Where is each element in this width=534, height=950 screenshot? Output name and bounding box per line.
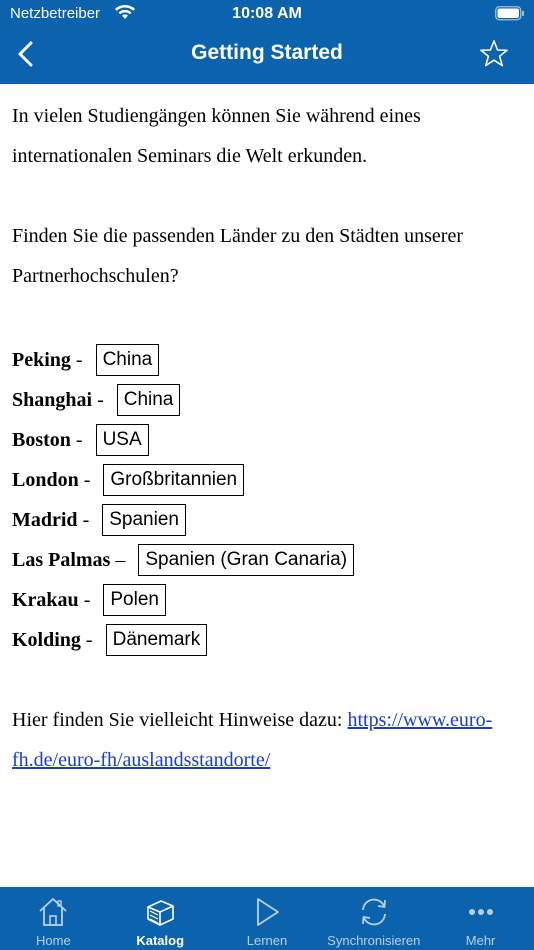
star-outline-icon bbox=[480, 40, 508, 67]
answer-field[interactable]: China bbox=[95, 344, 160, 376]
answer-field[interactable]: Dänemark bbox=[105, 624, 208, 656]
city-label: Peking bbox=[12, 348, 71, 371]
clock: 10:08 AM bbox=[232, 5, 302, 22]
hint-text: Hier finden Sie vielleicht Hinweise dazu… bbox=[12, 709, 348, 731]
favorite-button[interactable] bbox=[476, 36, 512, 72]
tab-sync[interactable]: Synchronisieren bbox=[320, 887, 427, 950]
separator: - bbox=[78, 468, 96, 491]
chevron-left-icon bbox=[18, 41, 33, 67]
list-item: Boston - USA bbox=[12, 420, 522, 460]
home-icon bbox=[39, 898, 68, 926]
separator: - bbox=[78, 588, 96, 611]
navigation-bar: Getting Started bbox=[0, 28, 534, 84]
status-bar: Netzbetreiber 10:08 AM bbox=[0, 0, 534, 28]
list-item: Krakau - Polen bbox=[12, 580, 522, 620]
list-item: London - Großbritannien bbox=[12, 460, 522, 500]
separator: - bbox=[80, 628, 98, 651]
separator: - bbox=[92, 388, 109, 411]
battery-icon bbox=[495, 6, 524, 21]
list-item: Las Palmas – Spanien (Gran Canaria) bbox=[12, 540, 522, 580]
city-label: Boston bbox=[12, 428, 71, 451]
tab-label: Mehr bbox=[465, 933, 496, 948]
tab-learn[interactable]: Lernen bbox=[214, 887, 321, 950]
more-icon bbox=[468, 909, 493, 915]
list-item: Peking - China bbox=[12, 340, 522, 380]
city-label: London bbox=[12, 468, 79, 491]
list-item: Kolding - Dänemark bbox=[12, 620, 522, 660]
answer-field[interactable]: Spanien (Gran Canaria) bbox=[138, 544, 355, 576]
app-header: Netzbetreiber 10:08 AM Getting Started bbox=[0, 0, 534, 84]
back-button[interactable] bbox=[8, 36, 44, 72]
tab-more[interactable]: Mehr bbox=[427, 887, 534, 950]
separator: - bbox=[77, 508, 95, 531]
page-title: Getting Started bbox=[191, 41, 343, 64]
tab-catalog[interactable]: Katalog bbox=[107, 887, 214, 950]
answer-field[interactable]: Großbritannien bbox=[103, 464, 245, 496]
list-item: Madrid - Spanien bbox=[12, 500, 522, 540]
intro-paragraph: In vielen Studiengängen können Sie währe… bbox=[12, 105, 421, 167]
tab-label: Synchronisieren bbox=[327, 933, 421, 948]
tab-label: Lernen bbox=[246, 933, 288, 948]
catalog-icon bbox=[147, 900, 174, 926]
city-country-list: Peking - China Shanghai - China Boston -… bbox=[12, 340, 522, 660]
city-label: Krakau bbox=[12, 588, 79, 611]
separator: - bbox=[70, 348, 88, 371]
separator: – bbox=[110, 548, 131, 571]
list-item: Shanghai - China bbox=[12, 380, 522, 420]
sync-icon bbox=[361, 898, 386, 926]
question-paragraph: Finden Sie die passenden Länder zu den S… bbox=[12, 225, 463, 287]
city-label: Madrid bbox=[12, 508, 78, 531]
hint-paragraph: Hier finden Sie vielleicht Hinweise dazu… bbox=[12, 700, 522, 780]
city-label: Kolding bbox=[12, 628, 81, 651]
tab-label: Katalog bbox=[136, 933, 185, 948]
answer-field[interactable]: China bbox=[116, 384, 181, 416]
answer-field[interactable]: USA bbox=[95, 424, 149, 456]
content-area: In vielen Studiengängen können Sie währe… bbox=[12, 96, 522, 780]
answer-field[interactable]: Polen bbox=[103, 584, 166, 616]
tab-home[interactable]: Home bbox=[0, 887, 107, 950]
answer-field[interactable]: Spanien bbox=[102, 504, 186, 536]
city-label: Shanghai bbox=[12, 388, 93, 411]
play-icon bbox=[257, 898, 279, 926]
separator: - bbox=[70, 428, 88, 451]
tab-bar: Home Katalog Lernen Synchronisieren Mehr bbox=[0, 887, 534, 950]
city-label: Las Palmas bbox=[12, 548, 111, 571]
tab-label: Home bbox=[36, 933, 71, 948]
